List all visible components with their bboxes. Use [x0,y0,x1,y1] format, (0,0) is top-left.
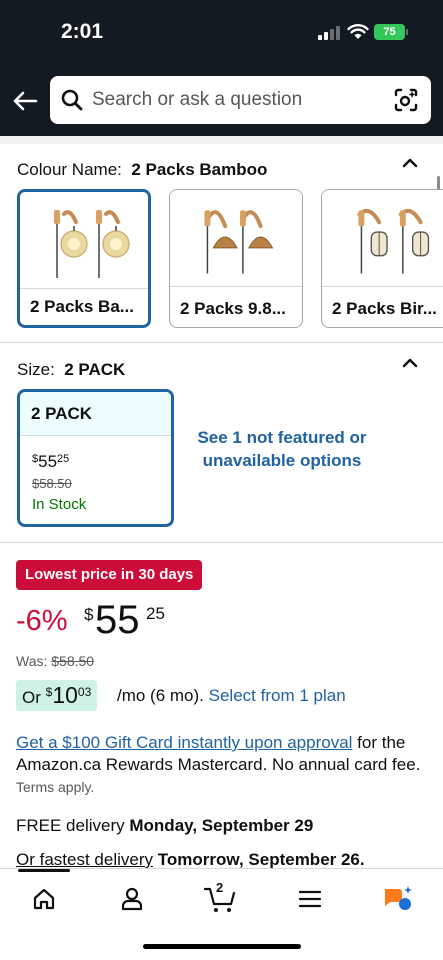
app-header: 2:01 75 [0,0,443,136]
nav-rufus[interactable] [378,879,418,919]
fastest-delivery-date: Tomorrow, September 26. [157,850,365,869]
monthly-prefix: Or [22,688,41,707]
colour-selected-value: 2 Packs Bamboo [131,160,268,179]
camera-lens-icon[interactable] [393,87,419,113]
swatch-divider [170,286,302,287]
home-icon [33,888,55,910]
discount-percent: -6% [16,605,68,637]
search-bar[interactable] [50,76,431,124]
was-label: Was: [16,653,48,669]
active-tab-indicator [18,869,70,872]
section-divider [0,136,443,144]
section-divider [0,542,443,543]
monthly-fraction: 03 [77,685,92,699]
nav-home[interactable] [24,879,64,919]
size-selected-value: 2 PACK [64,360,126,379]
size-price-fraction: 25 [57,453,70,465]
colour-name-label: Colour Name: 2 Packs Bamboo [17,160,267,180]
was-value: $58.50 [51,653,95,669]
cart-count-badge: 2 [216,880,224,895]
size-option-was-price: $58.50 [32,476,72,491]
swatch-divider [20,288,148,289]
menu-icon [298,890,322,908]
home-indicator [143,944,301,949]
collapse-size-chevron-icon[interactable] [401,357,419,369]
nav-menu[interactable] [290,879,330,919]
fastest-delivery-prefix[interactable]: Or fastest delivery [16,850,153,869]
nav-account[interactable] [112,879,152,919]
price-symbol: $ [84,605,94,624]
was-price: Was: $58.50 [16,653,94,669]
gift-card-offer-link[interactable]: Get a $100 Gift Card instantly upon appr… [16,733,352,752]
battery-icon: 75 [374,24,408,40]
free-delivery: FREE delivery Monday, September 29 [16,816,313,836]
colour-option-9-8[interactable]: 2 Packs 9.8... [169,189,303,328]
size-option-2-pack[interactable]: 2 PACK $5525 $58.50 In Stock [17,389,174,527]
search-icon [61,89,83,111]
colour-option-birdcage[interactable]: 2 Packs Bir... [321,189,443,328]
monthly-price-pill: Or $1003 [16,680,98,711]
fastest-delivery: Or fastest delivery Tomorrow, September … [16,850,365,870]
size-option-header: 2 PACK [20,392,171,436]
search-input[interactable] [92,76,382,124]
battery-level: 75 [383,26,396,38]
delivery-prefix: FREE delivery [16,816,125,835]
back-button[interactable] [8,84,42,118]
size-option-stock: In Stock [32,496,87,513]
price-fraction: 25 [146,604,165,623]
status-time: 2:01 [61,20,104,43]
monthly-terms: /mo (6 mo). Select from 1 plan [117,686,346,706]
colour-option-label: 2 Packs Ba... [30,297,134,316]
section-divider [0,342,443,343]
swatch-divider [322,286,443,287]
see-unavailable-options-link[interactable]: See 1 not featured or unavailable option… [195,426,369,472]
size-price-symbol: $ [32,453,39,465]
back-arrow-icon [13,91,38,111]
collapse-colour-chevron-icon[interactable] [401,157,419,169]
account-icon [121,887,143,911]
rufus-assistant-icon [385,886,412,910]
product-thumbnail-bamboo [20,192,148,288]
colour-label-text: Colour Name: [17,160,122,179]
product-thumbnail-birdcage [322,190,443,286]
deal-badge: Lowest price in 30 days [16,560,203,590]
monthly-symbol: $ [45,685,53,699]
wifi-icon [347,24,369,39]
size-option-price: $5525 [32,452,69,472]
size-label: Size: 2 PACK [17,360,125,380]
product-thumbnail-rattan-dome [170,190,302,286]
colour-option-label: 2 Packs 9.8... [180,299,286,318]
select-plan-link[interactable]: Select from 1 plan [209,686,346,705]
colour-option-label: 2 Packs Bir... [332,299,437,318]
monthly-whole: 10 [52,682,78,708]
size-option-title: 2 PACK [31,404,93,423]
price-whole: 55 [95,598,140,642]
delivery-date: Monday, September 29 [129,816,314,835]
monthly-term: /mo (6 mo). [117,686,204,705]
gift-card-offer: Get a $100 Gift Card instantly upon appr… [16,732,421,798]
colour-option-bamboo[interactable]: 2 Packs Ba... [17,189,151,328]
size-label-text: Size: [17,360,55,379]
terms-apply-link[interactable]: Terms apply. [16,779,94,795]
cellular-signal-icon [318,26,340,40]
size-price-whole: 55 [38,452,58,471]
nav-cart[interactable]: 2 [200,879,240,919]
